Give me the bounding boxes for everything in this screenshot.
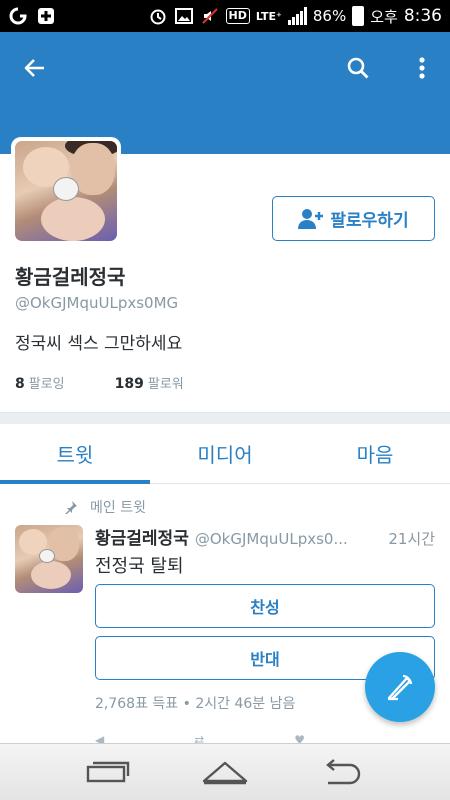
home-icon	[202, 761, 248, 785]
avatar	[15, 141, 117, 241]
reply-icon[interactable]: ◀	[95, 733, 104, 743]
pinned-label: 메인 트윗	[90, 500, 146, 516]
search-icon	[347, 57, 369, 79]
battery-percent: 86%	[312, 7, 347, 25]
skull-sticker-icon	[53, 177, 79, 201]
arrow-left-icon	[24, 59, 44, 77]
tweet-time: 21시간	[388, 530, 435, 548]
profile-stats: 8 팔로잉 189 팔로워	[15, 373, 184, 392]
follow-button-label: 팔로우하기	[330, 211, 409, 231]
tweet-text: 전정국 탈퇴	[95, 556, 184, 577]
network-type: LTE⁺	[255, 9, 282, 23]
recent-apps-button[interactable]	[78, 752, 138, 792]
compose-tweet-button[interactable]	[365, 652, 435, 722]
following-stat[interactable]: 8 팔로잉	[15, 373, 65, 392]
tweet-header: 황금걸레정국 @OkGJMquULpxs0... 21시간	[95, 524, 435, 549]
followers-label: 팔로워	[147, 377, 184, 392]
add-user-icon	[298, 208, 324, 229]
status-bar: HD LTE⁺ 86% 오후 8:36	[0, 0, 450, 32]
image-icon	[174, 7, 194, 25]
section-divider	[0, 412, 450, 424]
back-button[interactable]	[17, 50, 53, 86]
plus-notification-icon	[36, 7, 56, 25]
system-nav-bar	[0, 743, 450, 800]
followers-stat[interactable]: 189 팔로워	[115, 373, 184, 392]
time-ampm: 오후	[370, 7, 398, 26]
profile-tabs: 트윗 미디어 마음	[0, 424, 450, 484]
clock: 8:36	[403, 6, 442, 26]
mute-icon	[200, 7, 220, 25]
following-count: 8	[15, 376, 25, 392]
hd-voice-badge: HD	[225, 8, 250, 24]
tab-tweets[interactable]: 트윗	[0, 424, 150, 484]
like-icon[interactable]: ♥	[294, 733, 305, 743]
followers-count: 189	[114, 376, 144, 392]
profile-bio: 정국씨 섹스 그만하세요	[15, 334, 183, 354]
home-button[interactable]	[195, 752, 255, 792]
back-nav-icon	[325, 759, 360, 785]
recent-apps-icon	[87, 761, 130, 783]
profile-handle: @OkGJMquULpxs0MG	[15, 294, 179, 312]
tweet-actions: ◀ ⇄ ♥	[95, 733, 395, 743]
battery-icon	[352, 6, 365, 26]
alarm-icon	[148, 7, 168, 25]
poll-meta: 2,768표 득표 • 2시간 46분 남음	[95, 696, 296, 712]
search-button[interactable]	[340, 50, 376, 86]
retweet-icon[interactable]: ⇄	[194, 733, 204, 743]
follow-button[interactable]: 팔로우하기	[272, 196, 435, 241]
pin-icon	[65, 501, 77, 514]
poll-option-yes[interactable]: 찬성	[95, 584, 435, 628]
profile-avatar-frame[interactable]	[11, 137, 121, 245]
tab-media[interactable]: 미디어	[150, 424, 300, 483]
pinned-indicator: 메인 트윗	[64, 497, 146, 517]
tweet-avatar[interactable]	[15, 525, 83, 593]
profile-name: 황금걸레정국	[15, 265, 126, 289]
compose-icon	[387, 674, 413, 701]
app-notification-icon	[8, 7, 28, 25]
back-nav-button[interactable]	[312, 752, 372, 792]
more-options-button[interactable]	[404, 50, 440, 86]
tab-likes[interactable]: 마음	[300, 424, 450, 483]
more-vertical-icon	[419, 57, 425, 79]
following-label: 팔로잉	[28, 377, 65, 392]
tweet-author-handle: @OkGJMquULpxs0...	[194, 530, 348, 548]
profile-header-banner	[0, 32, 450, 154]
tweet-author-name: 황금걸레정국	[95, 529, 189, 549]
signal-icon	[287, 7, 307, 25]
